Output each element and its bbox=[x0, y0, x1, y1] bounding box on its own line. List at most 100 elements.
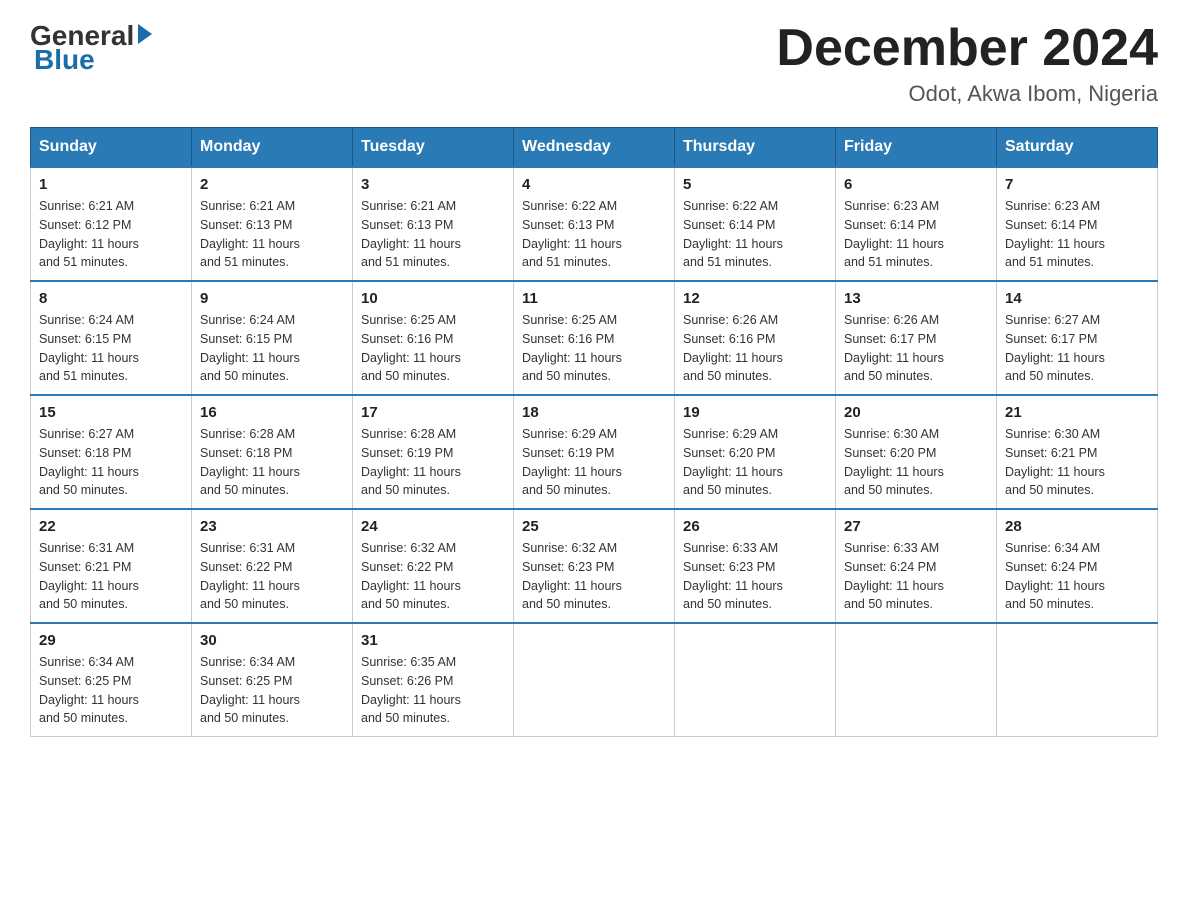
calendar-cell: 18 Sunrise: 6:29 AMSunset: 6:19 PMDayligh… bbox=[514, 395, 675, 509]
day-number: 12 bbox=[683, 290, 827, 307]
day-number: 4 bbox=[522, 176, 666, 193]
calendar-cell: 28 Sunrise: 6:34 AMSunset: 6:24 PMDayligh… bbox=[997, 509, 1158, 623]
day-number: 1 bbox=[39, 176, 183, 193]
calendar-cell: 22 Sunrise: 6:31 AMSunset: 6:21 PMDayligh… bbox=[31, 509, 192, 623]
day-info: Sunrise: 6:34 AMSunset: 6:25 PMDaylight:… bbox=[39, 653, 183, 728]
calendar-cell: 4 Sunrise: 6:22 AMSunset: 6:13 PMDaylight… bbox=[514, 167, 675, 281]
calendar-cell: 30Sunrise: 6:34 AMSunset: 6:25 PMDayligh… bbox=[192, 623, 353, 737]
calendar-cell: 25Sunrise: 6:32 AMSunset: 6:23 PMDayligh… bbox=[514, 509, 675, 623]
day-info: Sunrise: 6:27 AMSunset: 6:17 PMDaylight:… bbox=[1005, 311, 1149, 386]
day-number: 14 bbox=[1005, 290, 1149, 307]
day-number: 20 bbox=[844, 404, 988, 421]
day-number: 18 bbox=[522, 404, 666, 421]
day-info: Sunrise: 6:29 AMSunset: 6:19 PMDaylight:… bbox=[522, 425, 666, 500]
month-title: December 2024 bbox=[776, 20, 1158, 77]
day-number: 2 bbox=[200, 176, 344, 193]
day-info: Sunrise: 6:24 AMSunset: 6:15 PMDaylight:… bbox=[200, 311, 344, 386]
calendar-table: SundayMondayTuesdayWednesdayThursdayFrid… bbox=[30, 127, 1158, 737]
calendar-cell: 7Sunrise: 6:23 AMSunset: 6:14 PMDaylight… bbox=[997, 167, 1158, 281]
day-number: 29 bbox=[39, 632, 183, 649]
calendar-cell: 3Sunrise: 6:21 AMSunset: 6:13 PMDaylight… bbox=[353, 167, 514, 281]
page-header: General Blue December 2024 Odot, Akwa Ib… bbox=[30, 20, 1158, 107]
column-header-saturday: Saturday bbox=[997, 128, 1158, 168]
day-number: 27 bbox=[844, 518, 988, 535]
day-number: 15 bbox=[39, 404, 183, 421]
calendar-week-row: 1 Sunrise: 6:21 AMSunset: 6:12 PMDaylight… bbox=[31, 167, 1158, 281]
calendar-cell: 21Sunrise: 6:30 AMSunset: 6:21 PMDayligh… bbox=[997, 395, 1158, 509]
calendar-cell bbox=[836, 623, 997, 737]
calendar-week-row: 22 Sunrise: 6:31 AMSunset: 6:21 PMDayligh… bbox=[31, 509, 1158, 623]
logo-triangle-icon bbox=[138, 24, 152, 44]
day-info: Sunrise: 6:33 AMSunset: 6:23 PMDaylight:… bbox=[683, 539, 827, 614]
day-number: 11 bbox=[522, 290, 666, 307]
day-info: Sunrise: 6:24 AMSunset: 6:15 PMDaylight:… bbox=[39, 311, 183, 386]
day-info: Sunrise: 6:21 AMSunset: 6:13 PMDaylight:… bbox=[200, 197, 344, 272]
day-info: Sunrise: 6:29 AMSunset: 6:20 PMDaylight:… bbox=[683, 425, 827, 500]
calendar-cell: 2 Sunrise: 6:21 AMSunset: 6:13 PMDaylight… bbox=[192, 167, 353, 281]
day-number: 5 bbox=[683, 176, 827, 193]
column-header-friday: Friday bbox=[836, 128, 997, 168]
calendar-cell: 29 Sunrise: 6:34 AMSunset: 6:25 PMDayligh… bbox=[31, 623, 192, 737]
calendar-cell: 10 Sunrise: 6:25 AMSunset: 6:16 PMDayligh… bbox=[353, 281, 514, 395]
calendar-cell: 24 Sunrise: 6:32 AMSunset: 6:22 PMDayligh… bbox=[353, 509, 514, 623]
day-info: Sunrise: 6:32 AMSunset: 6:22 PMDaylight:… bbox=[361, 539, 505, 614]
day-info: Sunrise: 6:22 AMSunset: 6:13 PMDaylight:… bbox=[522, 197, 666, 272]
calendar-cell: 13 Sunrise: 6:26 AMSunset: 6:17 PMDayligh… bbox=[836, 281, 997, 395]
day-number: 13 bbox=[844, 290, 988, 307]
calendar-header-row: SundayMondayTuesdayWednesdayThursdayFrid… bbox=[31, 128, 1158, 168]
day-number: 26 bbox=[683, 518, 827, 535]
calendar-cell: 17Sunrise: 6:28 AMSunset: 6:19 PMDayligh… bbox=[353, 395, 514, 509]
calendar-cell bbox=[514, 623, 675, 737]
day-info: Sunrise: 6:28 AMSunset: 6:18 PMDaylight:… bbox=[200, 425, 344, 500]
calendar-week-row: 29 Sunrise: 6:34 AMSunset: 6:25 PMDayligh… bbox=[31, 623, 1158, 737]
day-info: Sunrise: 6:21 AMSunset: 6:13 PMDaylight:… bbox=[361, 197, 505, 272]
day-info: Sunrise: 6:26 AMSunset: 6:16 PMDaylight:… bbox=[683, 311, 827, 386]
calendar-week-row: 15 Sunrise: 6:27 AMSunset: 6:18 PMDayligh… bbox=[31, 395, 1158, 509]
calendar-cell bbox=[997, 623, 1158, 737]
day-number: 25 bbox=[522, 518, 666, 535]
day-info: Sunrise: 6:27 AMSunset: 6:18 PMDaylight:… bbox=[39, 425, 183, 500]
calendar-cell: 9Sunrise: 6:24 AMSunset: 6:15 PMDaylight… bbox=[192, 281, 353, 395]
day-info: Sunrise: 6:35 AMSunset: 6:26 PMDaylight:… bbox=[361, 653, 505, 728]
column-header-thursday: Thursday bbox=[675, 128, 836, 168]
day-info: Sunrise: 6:26 AMSunset: 6:17 PMDaylight:… bbox=[844, 311, 988, 386]
day-info: Sunrise: 6:30 AMSunset: 6:20 PMDaylight:… bbox=[844, 425, 988, 500]
day-number: 23 bbox=[200, 518, 344, 535]
day-number: 8 bbox=[39, 290, 183, 307]
logo-blue-text: Blue bbox=[30, 44, 95, 76]
day-number: 28 bbox=[1005, 518, 1149, 535]
day-info: Sunrise: 6:31 AMSunset: 6:21 PMDaylight:… bbox=[39, 539, 183, 614]
calendar-cell: 27Sunrise: 6:33 AMSunset: 6:24 PMDayligh… bbox=[836, 509, 997, 623]
title-section: December 2024 Odot, Akwa Ibom, Nigeria bbox=[776, 20, 1158, 107]
calendar-cell: 23 Sunrise: 6:31 AMSunset: 6:22 PMDayligh… bbox=[192, 509, 353, 623]
column-header-wednesday: Wednesday bbox=[514, 128, 675, 168]
day-info: Sunrise: 6:22 AMSunset: 6:14 PMDaylight:… bbox=[683, 197, 827, 272]
day-info: Sunrise: 6:31 AMSunset: 6:22 PMDaylight:… bbox=[200, 539, 344, 614]
day-info: Sunrise: 6:21 AMSunset: 6:12 PMDaylight:… bbox=[39, 197, 183, 272]
day-info: Sunrise: 6:23 AMSunset: 6:14 PMDaylight:… bbox=[1005, 197, 1149, 272]
day-info: Sunrise: 6:34 AMSunset: 6:24 PMDaylight:… bbox=[1005, 539, 1149, 614]
day-number: 16 bbox=[200, 404, 344, 421]
day-info: Sunrise: 6:25 AMSunset: 6:16 PMDaylight:… bbox=[522, 311, 666, 386]
day-info: Sunrise: 6:25 AMSunset: 6:16 PMDaylight:… bbox=[361, 311, 505, 386]
day-info: Sunrise: 6:30 AMSunset: 6:21 PMDaylight:… bbox=[1005, 425, 1149, 500]
calendar-cell: 11 Sunrise: 6:25 AMSunset: 6:16 PMDayligh… bbox=[514, 281, 675, 395]
calendar-week-row: 8 Sunrise: 6:24 AMSunset: 6:15 PMDaylight… bbox=[31, 281, 1158, 395]
day-number: 24 bbox=[361, 518, 505, 535]
column-header-tuesday: Tuesday bbox=[353, 128, 514, 168]
calendar-cell: 1 Sunrise: 6:21 AMSunset: 6:12 PMDaylight… bbox=[31, 167, 192, 281]
column-header-monday: Monday bbox=[192, 128, 353, 168]
calendar-cell: 19Sunrise: 6:29 AMSunset: 6:20 PMDayligh… bbox=[675, 395, 836, 509]
calendar-cell: 8 Sunrise: 6:24 AMSunset: 6:15 PMDaylight… bbox=[31, 281, 192, 395]
day-info: Sunrise: 6:28 AMSunset: 6:19 PMDaylight:… bbox=[361, 425, 505, 500]
day-number: 10 bbox=[361, 290, 505, 307]
calendar-cell: 12 Sunrise: 6:26 AMSunset: 6:16 PMDayligh… bbox=[675, 281, 836, 395]
day-number: 31 bbox=[361, 632, 505, 649]
day-info: Sunrise: 6:23 AMSunset: 6:14 PMDaylight:… bbox=[844, 197, 988, 272]
day-info: Sunrise: 6:34 AMSunset: 6:25 PMDaylight:… bbox=[200, 653, 344, 728]
calendar-cell: 6 Sunrise: 6:23 AMSunset: 6:14 PMDaylight… bbox=[836, 167, 997, 281]
day-number: 6 bbox=[844, 176, 988, 193]
location-text: Odot, Akwa Ibom, Nigeria bbox=[776, 81, 1158, 107]
day-number: 22 bbox=[39, 518, 183, 535]
calendar-cell bbox=[675, 623, 836, 737]
